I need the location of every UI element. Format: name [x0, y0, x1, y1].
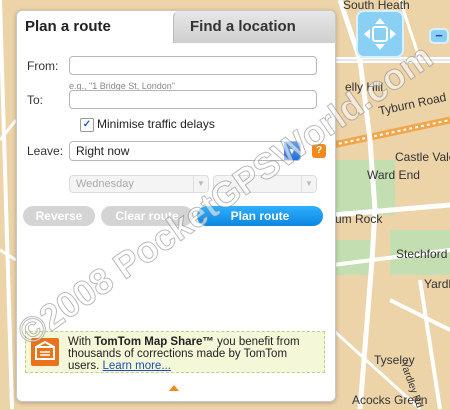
map-label: um Rock: [335, 212, 383, 226]
from-field[interactable]: [69, 56, 317, 75]
share-prefix: With: [68, 336, 95, 348]
reverse-button[interactable]: Reverse: [23, 206, 95, 226]
map-share-text: With TomTom Map Share™ you benefit from …: [68, 336, 318, 372]
tab-plan-route[interactable]: Plan a route: [17, 11, 173, 43]
leave-select-value: Right now: [76, 144, 130, 158]
day-select: Wednesday ▼: [69, 175, 209, 193]
from-label: From:: [27, 59, 59, 73]
day-select-value: Wednesday: [76, 178, 134, 190]
traffic-checkbox-label: Minimise traffic delays: [97, 117, 215, 131]
map-label: Stechford: [396, 247, 448, 261]
learn-more-link[interactable]: Learn more...: [103, 360, 171, 372]
traffic-checkbox[interactable]: ✓: [80, 118, 94, 132]
map-label: Ward End: [367, 168, 420, 182]
tab-find-location[interactable]: Find a location: [173, 11, 335, 43]
to-label: To:: [27, 93, 44, 107]
map-share-banner: With TomTom Map Share™ you benefit from …: [25, 331, 325, 373]
map-label: Castle Vale: [395, 150, 450, 164]
leave-label: Leave:: [27, 144, 64, 158]
collapse-caret-icon[interactable]: [169, 385, 179, 391]
share-brand: TomTom Map Share™: [94, 336, 214, 348]
chevron-down-icon: ▼: [301, 176, 316, 192]
map-label: Acocks Green: [352, 393, 428, 407]
map-label: Yardl: [424, 277, 450, 291]
zoom-out-button[interactable]: −: [429, 28, 449, 44]
to-field[interactable]: [69, 90, 317, 109]
